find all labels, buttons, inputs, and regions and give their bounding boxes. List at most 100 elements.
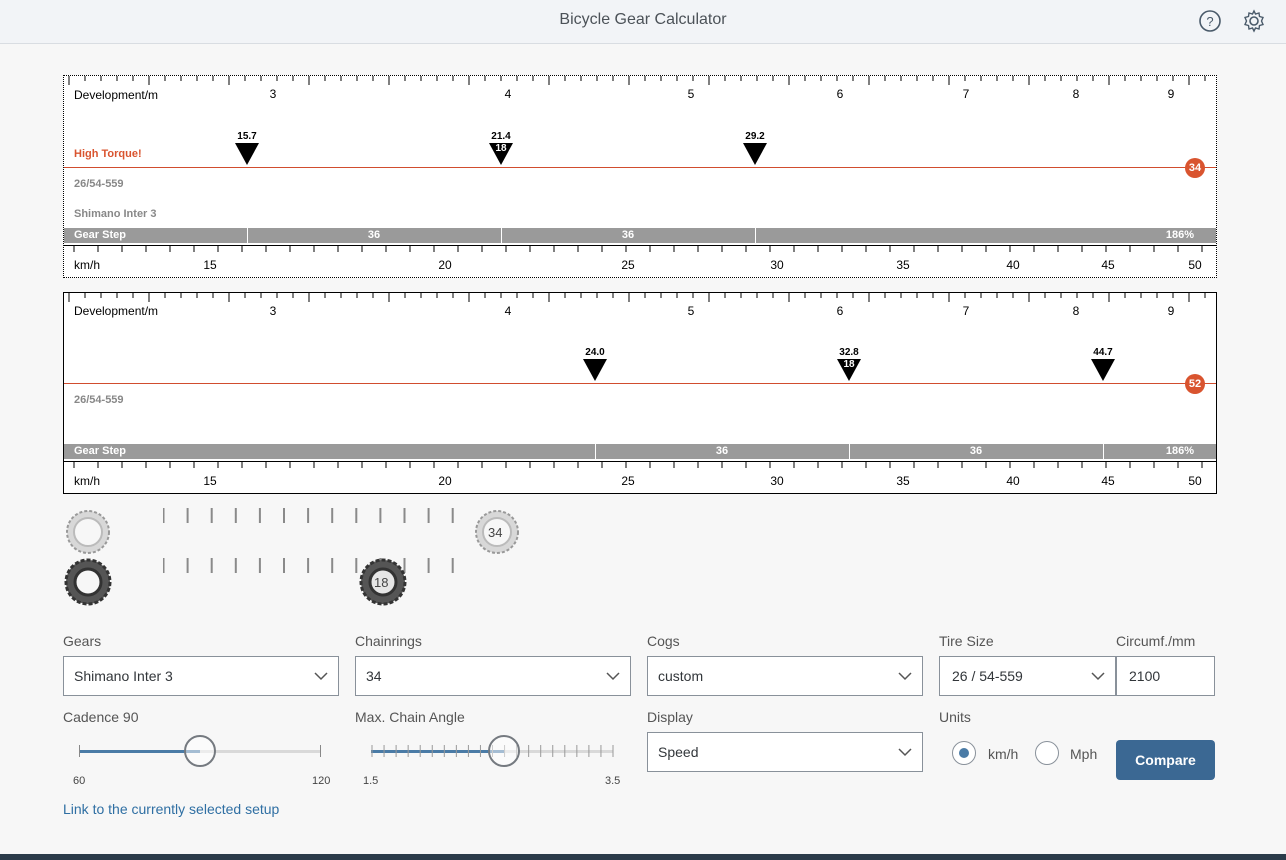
chain-angle-min: 1.5	[363, 775, 379, 787]
development-tick-label: 3	[269, 87, 277, 101]
marker-triangle-icon	[235, 143, 259, 165]
chain-angle-label: Max. Chain Angle	[355, 709, 465, 725]
cogs-value: custom	[658, 668, 704, 684]
display-value: Speed	[658, 744, 699, 760]
tire-size-value: 26 / 54-559	[952, 668, 1023, 684]
development-ruler	[68, 76, 1206, 85]
gear-marker[interactable]: 29.2	[741, 131, 769, 165]
speed-row: km/h 15 20 25 30 35 40 45 50	[64, 461, 1216, 494]
chainrings-value: 34	[366, 668, 382, 684]
gears-select[interactable]: Shimano Inter 3	[63, 656, 339, 696]
warning-text: High Torque!	[74, 148, 142, 160]
gear-marker-cog: 18	[843, 359, 855, 370]
development-tick-label: 6	[836, 304, 844, 318]
gear-chart-panel-2: Development/m 3456789 52 24.0 32.8 18 44.7 …	[63, 292, 1217, 494]
development-tick-label: 9	[1167, 87, 1175, 101]
units-label: Units	[939, 709, 971, 725]
cadence-min: 60	[73, 775, 86, 787]
gear-step-value: 36	[367, 229, 381, 241]
gear-marker-value: 32.8	[839, 347, 859, 358]
cogs-label: Cogs	[647, 633, 680, 649]
tire-size-select[interactable]: 26 / 54-559	[939, 656, 1116, 696]
speed-tick-label: 35	[896, 474, 910, 488]
gear-marker-value: 29.2	[745, 131, 765, 142]
speed-tick-label: 20	[438, 258, 452, 272]
hub-text: Shimano Inter 3	[74, 208, 157, 220]
gear-step-divider	[501, 228, 502, 243]
development-tick-label: 3	[269, 304, 277, 318]
gear-icon[interactable]	[1242, 9, 1266, 33]
unit-mph-label[interactable]: Mph	[1070, 746, 1097, 762]
chevron-down-icon	[898, 748, 912, 757]
development-tick-label: 4	[504, 87, 512, 101]
gear-step-value: 36	[969, 445, 983, 457]
setup-link[interactable]: Link to the currently selected setup	[63, 801, 279, 817]
slider-endcap	[79, 745, 80, 757]
cadence-handle[interactable]	[184, 735, 216, 767]
development-tick-label: 4	[504, 304, 512, 318]
marker-triangle-icon	[583, 359, 607, 381]
chevron-down-icon	[898, 672, 912, 681]
gear-marker[interactable]: 24.0	[581, 347, 609, 381]
speed-tick-label: 30	[770, 258, 784, 272]
gear-step-divider	[755, 228, 756, 243]
chain-angle-max: 3.5	[605, 775, 621, 787]
unit-mph-radio[interactable]	[1035, 741, 1059, 765]
chevron-down-icon	[606, 672, 620, 681]
unit-kmh-label[interactable]: km/h	[988, 746, 1018, 762]
gears-value: Shimano Inter 3	[74, 668, 173, 684]
gear-step-value: 36	[715, 445, 729, 457]
chainring-line	[64, 167, 1216, 168]
display-label: Display	[647, 709, 693, 725]
display-select[interactable]: Speed	[647, 732, 923, 772]
unit-kmh-radio[interactable]	[952, 741, 976, 765]
chainring-selector[interactable]: 34	[63, 508, 1217, 556]
gear-step-divider	[247, 228, 248, 243]
radio-selected-dot	[959, 748, 969, 758]
circumference-input[interactable]: 2100	[1116, 656, 1215, 696]
speed-tick-label: 30	[770, 474, 784, 488]
app-header: Bicycle Gear Calculator ?	[0, 0, 1286, 44]
selected-chainring-value: 34	[488, 525, 503, 540]
chevron-down-icon	[314, 672, 328, 681]
development-tick-label: 6	[836, 87, 844, 101]
chain-angle-handle[interactable]	[488, 735, 521, 767]
gear-marker-value: 15.7	[237, 131, 257, 142]
cog-icon	[64, 558, 112, 606]
development-tick-label: 7	[962, 87, 970, 101]
question-circle-icon[interactable]: ?	[1198, 9, 1222, 33]
development-tick-label: 5	[687, 87, 695, 101]
speed-ruler	[73, 246, 1203, 252]
development-tick-label: 9	[1167, 304, 1175, 318]
chainring-icon	[66, 510, 110, 554]
gear-marker[interactable]: 21.4 18	[487, 131, 515, 165]
development-tick-label: 8	[1072, 87, 1080, 101]
gear-chart-panel-1: Development/m 3456789 High Torque! 34 15…	[63, 75, 1217, 278]
chainrings-select[interactable]: 34	[355, 656, 631, 696]
chainring-line	[64, 383, 1216, 384]
gear-step-bar: Gear Step 36 36 186%	[64, 444, 1216, 459]
speed-tick-label: 15	[203, 474, 217, 488]
chainrings-label: Chainrings	[355, 633, 422, 649]
svg-text:?: ?	[1206, 14, 1213, 29]
gear-step-divider	[1103, 444, 1104, 459]
gear-marker[interactable]: 32.8 18	[835, 347, 863, 381]
development-label: Development/m	[74, 304, 159, 318]
gear-step-label: Gear Step	[74, 445, 126, 457]
gear-marker[interactable]: 44.7	[1089, 347, 1117, 381]
cadence-label: Cadence 90	[63, 709, 139, 725]
speed-ruler	[73, 462, 1203, 468]
development-tick-label: 5	[687, 304, 695, 318]
development-tick-label: 8	[1072, 304, 1080, 318]
speed-row: km/h 15 20 25 30 35 40 45 50	[64, 245, 1216, 279]
circumference-label: Circumf./mm	[1116, 633, 1196, 649]
chainring-ticks	[163, 508, 454, 523]
marker-triangle-icon	[1091, 359, 1115, 381]
tire-text: 26/54-559	[74, 394, 124, 406]
compare-button[interactable]: Compare	[1116, 740, 1215, 780]
gear-marker[interactable]: 15.7	[233, 131, 261, 165]
speed-label: km/h	[74, 474, 101, 488]
cog-selector[interactable]: 18	[63, 558, 1217, 606]
cogs-select[interactable]: custom	[647, 656, 923, 696]
gears-label: Gears	[63, 633, 102, 649]
